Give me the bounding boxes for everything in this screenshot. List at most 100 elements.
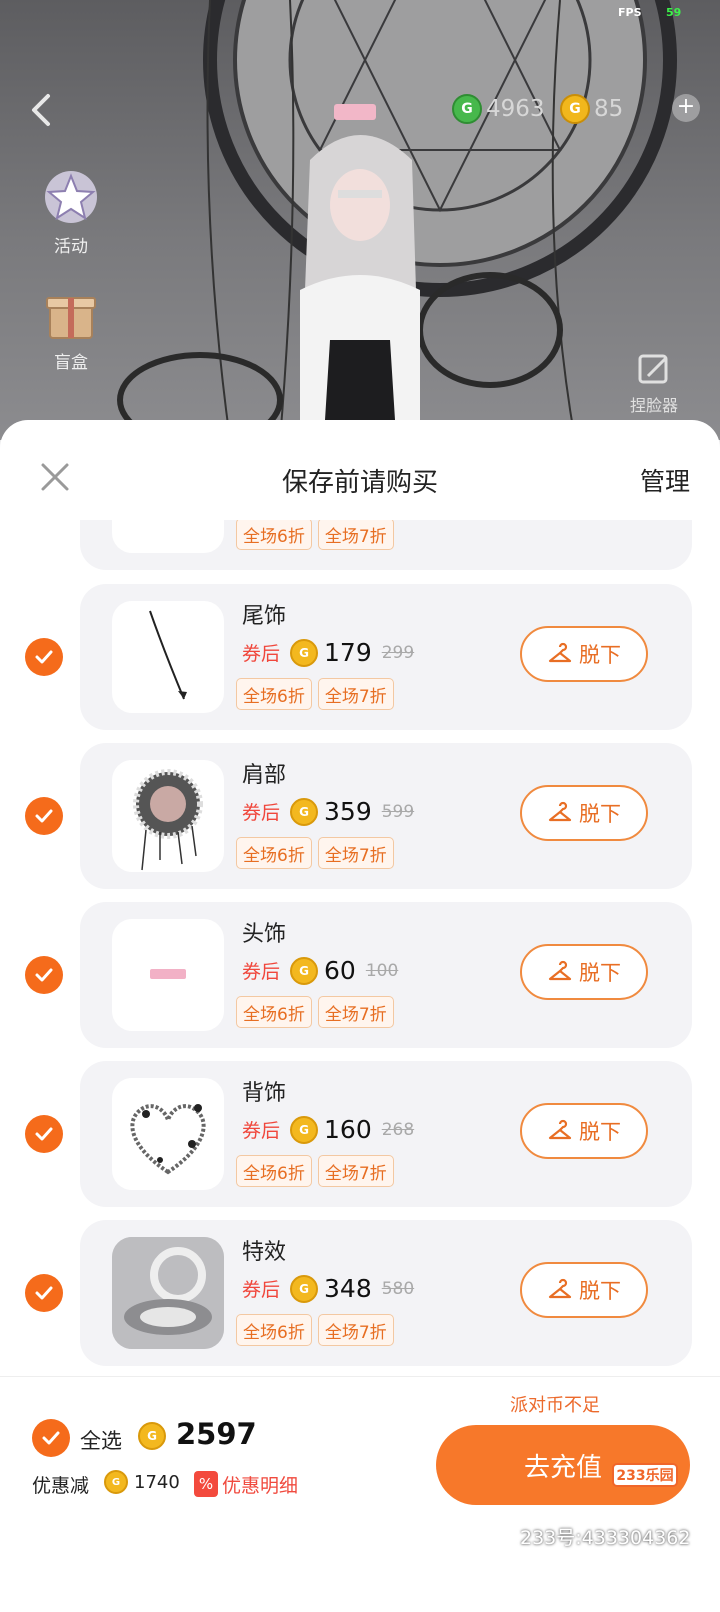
after-coupon-label: 券后 <box>242 643 281 665</box>
manage-button[interactable]: 管理 <box>640 462 690 498</box>
price-row: 券后 G 348 580 <box>242 1274 414 1303</box>
discount-label: 优惠减 <box>32 1475 90 1497</box>
percent-badge-icon: % <box>194 1471 218 1497</box>
coin-icon: G <box>290 638 319 667</box>
takeoff-label: 脱下 <box>579 643 621 667</box>
side-menu-blindbox-label: 盲盒 <box>54 353 88 373</box>
takeoff-button[interactable]: 脱下 <box>520 626 648 682</box>
tail-thumbnail <box>112 601 224 713</box>
item-price: 179 <box>324 638 372 667</box>
item-name: 头饰 <box>242 922 287 947</box>
tag-70-off: 全场7折 <box>317 1155 394 1187</box>
checkmark-icon <box>35 650 53 664</box>
discount-tags: 全场6折 全场7折 <box>236 1314 394 1346</box>
item-name: 特效 <box>242 1240 287 1265</box>
game-scene: FPS 59 G 4963 G 85 + 活动 盲盒 捏脸器 <box>0 0 720 440</box>
takeoff-button[interactable]: 脱下 <box>520 785 648 841</box>
star-icon <box>40 166 102 228</box>
tag-60-off: 全场6折 <box>236 678 312 710</box>
insufficient-coins-notice: 派对币不足 <box>510 1395 600 1416</box>
face-editor-label: 捏脸器 <box>629 396 678 415</box>
tag-70-off: 全场7折 <box>317 1314 394 1346</box>
sheet-header: 保存前请购买 管理 <box>0 420 720 520</box>
price-row: 券后 G 359 599 <box>242 797 414 826</box>
tag-60-off: 全场6折 <box>236 520 312 550</box>
checkmark-icon <box>35 968 53 982</box>
hanger-icon <box>548 1119 572 1140</box>
item-original-price: 100 <box>365 960 399 981</box>
price-row: 券后 G 179 299 <box>242 638 414 667</box>
takeoff-label: 脱下 <box>579 802 621 826</box>
coin-icon: G <box>290 1274 319 1303</box>
takeoff-button[interactable]: 脱下 <box>520 944 648 1000</box>
item-original-price: 580 <box>381 1278 415 1299</box>
discount-tags: 全场6折 全场7折 <box>236 520 394 550</box>
after-coupon-label: 券后 <box>242 802 281 824</box>
item-original-price: 268 <box>381 1119 415 1140</box>
select-all-label[interactable]: 全选 <box>80 1425 122 1455</box>
select-all-checkbox[interactable] <box>32 1419 70 1457</box>
side-menu-activity[interactable]: 活动 <box>34 166 108 257</box>
face-editor-button[interactable]: 捏脸器 <box>624 352 684 416</box>
tag-70-off: 全场7折 <box>317 678 394 710</box>
item-price: 60 <box>324 956 356 985</box>
discount-value: 1740 <box>134 1472 180 1493</box>
checkmark-icon <box>35 1127 53 1141</box>
back-button[interactable] <box>24 88 58 132</box>
watermark-logo: 233乐园 <box>612 1463 678 1487</box>
discount-tags: 全场6折 全场7折 <box>236 1155 394 1187</box>
back-accessory-thumbnail <box>112 1078 224 1190</box>
side-menu-blindbox[interactable]: 盲盒 <box>34 282 108 373</box>
takeoff-button[interactable]: 脱下 <box>520 1262 648 1318</box>
discount-tags: 全场6折 全场7折 <box>236 996 394 1028</box>
item-list[interactable]: 全场6折 全场7折 尾饰 券后 G 179 299 全场6折 全场7折 脱下 肩… <box>0 520 720 1376</box>
discount-tags: 全场6折 全场7折 <box>236 678 394 710</box>
discount-detail-button[interactable]: 优惠明细 <box>222 1471 298 1498</box>
tag-70-off: 全场7折 <box>317 520 394 550</box>
g-coin-icon: G <box>452 94 482 124</box>
headwear-thumbnail <box>112 919 224 1031</box>
hanger-icon <box>548 642 572 663</box>
fps-value: 59 <box>666 6 682 19</box>
item-checkbox[interactable] <box>25 956 63 994</box>
tag-70-off: 全场7折 <box>317 996 394 1028</box>
currency-gold-balance[interactable]: G 85 <box>560 92 623 126</box>
side-menu-activity-label: 活动 <box>54 237 88 257</box>
takeoff-label: 脱下 <box>579 1279 621 1303</box>
hanger-icon <box>548 1278 572 1299</box>
checkout-footer: 派对币不足 全选 G 2597 优惠减 G 1740 % 优惠明细 去充值 23… <box>0 1376 720 1612</box>
takeoff-button[interactable]: 脱下 <box>520 1103 648 1159</box>
currency-g-value: 4963 <box>486 96 545 122</box>
item-name: 尾饰 <box>242 604 287 629</box>
tag-60-off: 全场6折 <box>236 1314 312 1346</box>
item-checkbox[interactable] <box>25 1115 63 1153</box>
tag-60-off: 全场6折 <box>236 996 312 1028</box>
watermark-id: 233号:433304362 <box>520 1527 691 1549</box>
item-checkbox[interactable] <box>25 797 63 835</box>
list-item-partial: 全场6折 全场7折 <box>80 520 692 570</box>
after-coupon-label: 券后 <box>242 961 281 983</box>
takeoff-label: 脱下 <box>579 1120 621 1144</box>
item-checkbox[interactable] <box>25 638 63 676</box>
coin-icon: G <box>290 956 319 985</box>
currency-g-balance[interactable]: G 4963 <box>452 92 545 126</box>
hanger-icon <box>548 801 572 822</box>
avatar-scene-art <box>117 0 677 440</box>
add-currency-button[interactable]: + <box>672 94 700 122</box>
tag-60-off: 全场6折 <box>236 1155 312 1187</box>
effect-thumbnail <box>112 1237 224 1349</box>
item-name: 背饰 <box>242 1081 287 1106</box>
item-checkbox[interactable] <box>25 1274 63 1312</box>
price-row: 券后 G 160 268 <box>242 1115 414 1144</box>
tag-60-off: 全场6折 <box>236 837 312 869</box>
list-item: 头饰 券后 G 60 100 全场6折 全场7折 脱下 <box>80 902 692 1048</box>
list-item: 尾饰 券后 G 179 299 全场6折 全场7折 脱下 <box>80 584 692 730</box>
purchase-sheet: 保存前请购买 管理 全场6折 全场7折 尾饰 券后 G 179 299 全场6折… <box>0 420 720 1612</box>
edit-icon <box>638 354 668 384</box>
checkmark-icon <box>35 809 53 823</box>
shoulder-thumbnail <box>112 760 224 872</box>
item-original-price: 599 <box>381 801 415 822</box>
gold-coin-icon: G <box>560 94 590 124</box>
item-price: 359 <box>324 797 372 826</box>
checkmark-icon <box>42 1431 60 1445</box>
